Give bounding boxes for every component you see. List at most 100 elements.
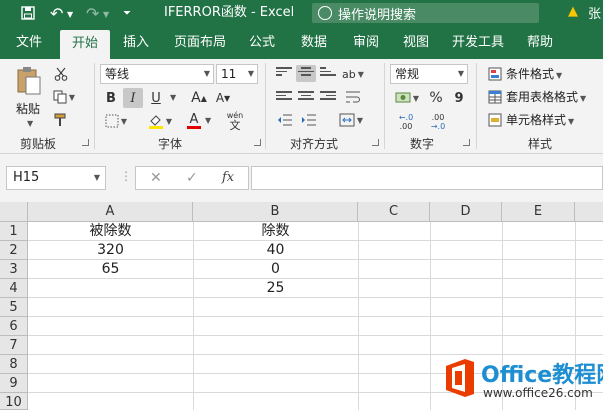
cell-b3[interactable]: 0: [193, 260, 358, 279]
watermark-text: Office教程网: [481, 363, 603, 388]
tab-insert[interactable]: 插入: [114, 27, 158, 59]
conditional-format-label: 条件格式: [506, 67, 555, 81]
redo-icon[interactable]: ↷: [86, 0, 99, 27]
column-header-a[interactable]: A: [28, 202, 193, 222]
font-family-select[interactable]: 等线 ▼: [100, 64, 214, 84]
orientation-icon[interactable]: ab ▼: [342, 64, 364, 84]
number-format-select[interactable]: 常规 ▼: [390, 64, 468, 84]
percent-style-button[interactable]: %: [426, 88, 446, 108]
tab-file[interactable]: 文件: [8, 27, 50, 59]
chevron-down-icon: ▼: [457, 69, 464, 78]
alignment-launcher-icon[interactable]: [372, 139, 379, 146]
row-header[interactable]: 4: [0, 279, 28, 298]
decrease-indent-icon[interactable]: [274, 110, 296, 130]
wrap-text-icon[interactable]: [342, 87, 364, 107]
align-left-icon[interactable]: [276, 91, 292, 103]
tab-home[interactable]: 开始: [60, 30, 110, 59]
row-header[interactable]: 7: [0, 336, 28, 355]
name-box[interactable]: H15 ▼: [6, 166, 106, 190]
tab-developer[interactable]: 开发工具: [447, 27, 509, 59]
format-as-table-button[interactable]: 套用表格格式 ▼: [506, 87, 586, 109]
enter-icon[interactable]: ✓: [186, 170, 198, 186]
font-color-dropdown-icon[interactable]: ▼: [205, 116, 211, 125]
save-icon[interactable]: [21, 0, 35, 30]
merge-center-icon[interactable]: ▼: [334, 110, 368, 130]
insert-function-icon[interactable]: fx: [222, 170, 234, 185]
row-header[interactable]: 8: [0, 355, 28, 374]
tab-page-layout[interactable]: 页面布局: [168, 27, 232, 59]
row-header[interactable]: 2: [0, 241, 28, 260]
group-divider: [476, 63, 477, 149]
grow-font-button[interactable]: A ▲: [190, 88, 208, 108]
cut-icon[interactable]: [52, 65, 70, 83]
tab-formulas[interactable]: 公式: [240, 27, 284, 59]
align-bottom-icon[interactable]: [320, 67, 336, 79]
italic-button[interactable]: I: [123, 88, 143, 108]
column-header-b[interactable]: B: [193, 202, 358, 222]
align-middle-icon[interactable]: [296, 65, 316, 82]
row-header[interactable]: 6: [0, 317, 28, 336]
column-header-f[interactable]: [575, 202, 603, 222]
bold-button[interactable]: B: [102, 88, 120, 108]
select-all-corner[interactable]: [0, 202, 28, 222]
gridline: [28, 316, 603, 317]
align-center-icon[interactable]: [298, 91, 314, 103]
resize-handle-icon[interactable]: ⋮: [120, 169, 132, 183]
cell-b4[interactable]: 25: [193, 279, 358, 298]
fill-color-button[interactable]: ▼: [146, 111, 174, 131]
increase-indent-icon[interactable]: [298, 110, 320, 130]
customize-qat-icon[interactable]: ⏷: [123, 0, 131, 27]
font-color-button[interactable]: A: [180, 111, 208, 131]
row-header[interactable]: 5: [0, 298, 28, 317]
font-size-select[interactable]: 11 ▼: [216, 64, 258, 84]
cell-a3[interactable]: 65: [28, 260, 193, 279]
shrink-font-button[interactable]: A ▼: [214, 88, 232, 108]
number-launcher-icon[interactable]: [463, 139, 470, 146]
row-header[interactable]: 10: [0, 393, 28, 410]
cell-styles-button[interactable]: 单元格样式 ▼: [506, 110, 574, 132]
tell-me-search[interactable]: 操作说明搜索: [312, 3, 539, 23]
borders-button[interactable]: ▼: [102, 111, 130, 131]
undo-dropdown-icon[interactable]: ▼: [67, 1, 73, 28]
row-header[interactable]: 9: [0, 374, 28, 393]
tab-view[interactable]: 视图: [394, 27, 438, 59]
column-header-c[interactable]: C: [358, 202, 430, 222]
cell-b2[interactable]: 40: [193, 241, 358, 260]
user-name[interactable]: 张: [588, 3, 601, 22]
decrease-decimal-button[interactable]: .00 →.0: [424, 111, 452, 133]
underline-button[interactable]: U: [147, 88, 165, 108]
number-group-label: 数字: [410, 137, 435, 151]
accounting-format-icon[interactable]: ▼: [392, 88, 422, 108]
underline-dropdown-icon[interactable]: ▼: [170, 93, 176, 102]
increase-decimal-button[interactable]: ←.0.00: [392, 111, 420, 133]
comma-style-button[interactable]: 9: [450, 88, 468, 108]
tab-data[interactable]: 数据: [292, 27, 336, 59]
paste-dropdown-icon[interactable]: ▼: [27, 119, 33, 128]
tab-review[interactable]: 审阅: [344, 27, 388, 59]
warning-icon[interactable]: ▲: [568, 4, 578, 19]
cell-a2[interactable]: 320: [28, 241, 193, 260]
column-header-e[interactable]: E: [502, 202, 575, 222]
align-right-icon[interactable]: [320, 91, 336, 103]
cell-b1[interactable]: 除数: [193, 222, 358, 241]
cancel-icon[interactable]: ✕: [150, 170, 162, 186]
conditional-format-button[interactable]: 条件格式 ▼: [506, 64, 562, 86]
row-header[interactable]: 1: [0, 222, 28, 241]
align-top-icon[interactable]: [276, 67, 292, 79]
column-header-d[interactable]: D: [430, 202, 502, 222]
phonetic-button[interactable]: wén 文: [220, 109, 250, 133]
font-launcher-icon[interactable]: [254, 139, 261, 146]
chevron-down-icon: ▼: [247, 69, 254, 78]
redo-dropdown-icon[interactable]: ▼: [103, 1, 109, 28]
watermark-url: www.office26.com: [483, 386, 593, 400]
undo-icon[interactable]: ↶: [50, 0, 63, 27]
clipboard-launcher-icon[interactable]: [82, 139, 89, 146]
format-painter-icon[interactable]: [52, 111, 70, 129]
tab-help[interactable]: 帮助: [518, 27, 562, 59]
paste-icon[interactable]: [14, 65, 44, 97]
copy-icon[interactable]: ▼: [52, 88, 76, 106]
row-header[interactable]: 3: [0, 260, 28, 279]
formula-input[interactable]: [251, 166, 603, 190]
paste-button[interactable]: 粘贴: [16, 99, 40, 119]
cell-a1[interactable]: 被除数: [28, 222, 193, 241]
